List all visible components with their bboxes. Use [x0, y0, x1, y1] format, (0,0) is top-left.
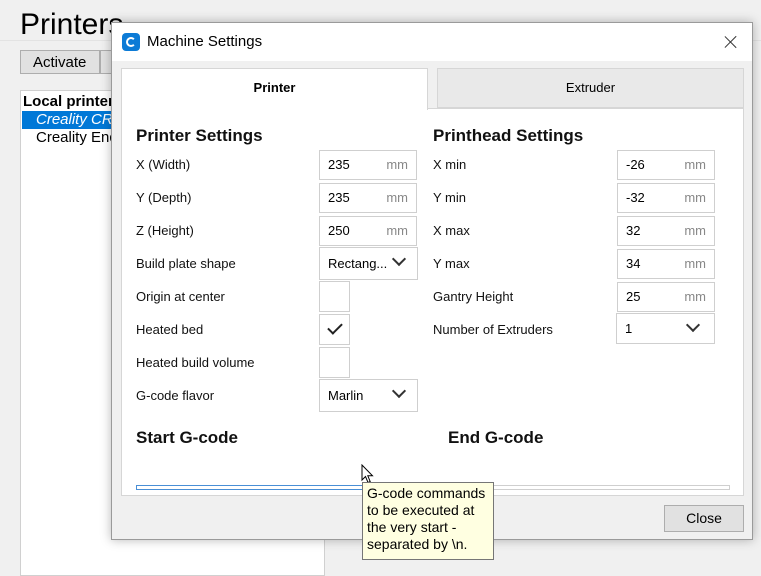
checkmark-icon — [327, 319, 343, 335]
y-max-field[interactable]: 34 mm — [617, 249, 715, 279]
chevron-down-icon — [393, 254, 405, 266]
z-height-value: 250 — [328, 223, 350, 238]
unit-label: mm — [386, 190, 408, 205]
gcode-flavor-select[interactable]: Marlin — [319, 379, 418, 412]
title-bar: Machine Settings — [112, 23, 752, 61]
unit-label: mm — [684, 190, 706, 205]
gantry-height-value: 25 — [626, 289, 641, 304]
heated-build-volume-checkbox[interactable] — [319, 347, 350, 378]
unit-label: mm — [684, 256, 706, 271]
mouse-cursor-icon — [361, 464, 374, 484]
activate-button[interactable]: Activate — [20, 50, 100, 74]
gcode-flavor-value: Marlin — [328, 388, 364, 403]
unit-label: mm — [386, 157, 408, 172]
unit-label: mm — [386, 223, 408, 238]
x-width-value: 235 — [328, 157, 350, 172]
close-icon[interactable] — [718, 29, 744, 55]
origin-at-center-label: Origin at center — [136, 289, 225, 304]
chevron-down-icon — [393, 386, 405, 398]
printers-page-title: Printers — [20, 8, 124, 41]
list-item[interactable]: Creality End — [36, 129, 118, 147]
y-min-value: -32 — [626, 190, 645, 205]
x-min-field[interactable]: -26 mm — [617, 150, 715, 180]
x-max-label: X max — [433, 223, 470, 238]
x-width-field[interactable]: 235 mm — [319, 150, 417, 180]
start-gcode-tooltip: G-code commands to be executed at the ve… — [362, 482, 494, 560]
y-depth-field[interactable]: 235 mm — [319, 183, 417, 213]
x-width-label: X (Width) — [136, 157, 191, 172]
build-plate-shape-value: Rectang... — [328, 256, 388, 271]
end-gcode-title: End G-code — [448, 428, 544, 447]
chevron-down-icon — [687, 320, 699, 332]
number-of-extruders-select[interactable]: 1 — [616, 313, 715, 344]
tab-printer[interactable]: Printer — [121, 68, 428, 110]
machine-settings-dialog: Machine Settings Printer Extruder Printe… — [111, 22, 753, 540]
y-max-value: 34 — [626, 256, 641, 271]
x-max-field[interactable]: 32 mm — [617, 216, 715, 246]
heated-bed-label: Heated bed — [136, 322, 204, 337]
x-max-value: 32 — [626, 223, 641, 238]
printhead-settings-title: Printhead Settings — [433, 126, 584, 145]
heated-bed-checkbox[interactable] — [319, 314, 350, 345]
cura-app-icon — [122, 33, 140, 51]
x-min-label: X min — [433, 157, 467, 172]
start-gcode-title: Start G-code — [136, 428, 239, 447]
build-plate-shape-select[interactable]: Rectang... — [319, 247, 418, 280]
gantry-height-field[interactable]: 25 mm — [617, 282, 715, 312]
x-min-value: -26 — [626, 157, 645, 172]
unit-label: mm — [684, 223, 706, 238]
list-item-label: Creality CR- — [36, 111, 118, 128]
gcode-flavor-label: G-code flavor — [136, 388, 215, 403]
gantry-height-label: Gantry Height — [433, 289, 514, 304]
build-plate-shape-label: Build plate shape — [136, 256, 236, 271]
close-button[interactable]: Close — [664, 505, 744, 532]
list-header: Local printers — [23, 93, 123, 110]
y-max-label: Y max — [433, 256, 470, 271]
dialog-title: Machine Settings — [147, 33, 263, 50]
z-height-label: Z (Height) — [136, 223, 194, 238]
y-depth-value: 235 — [328, 190, 350, 205]
unit-label: mm — [684, 289, 706, 304]
number-of-extruders-value: 1 — [625, 321, 633, 336]
z-height-field[interactable]: 250 mm — [319, 216, 417, 246]
heated-build-volume-label: Heated build volume — [136, 355, 255, 370]
unit-label: mm — [684, 157, 706, 172]
printer-tab-panel: Printer Settings X (Width) 235 mm Y (Dep… — [121, 108, 744, 496]
printer-settings-title: Printer Settings — [136, 126, 263, 145]
origin-at-center-checkbox[interactable] — [319, 281, 350, 312]
y-depth-label: Y (Depth) — [136, 190, 192, 205]
y-min-label: Y min — [433, 190, 466, 205]
y-min-field[interactable]: -32 mm — [617, 183, 715, 213]
tab-extruder[interactable]: Extruder — [437, 68, 744, 108]
number-of-extruders-label: Number of Extruders — [433, 322, 553, 337]
